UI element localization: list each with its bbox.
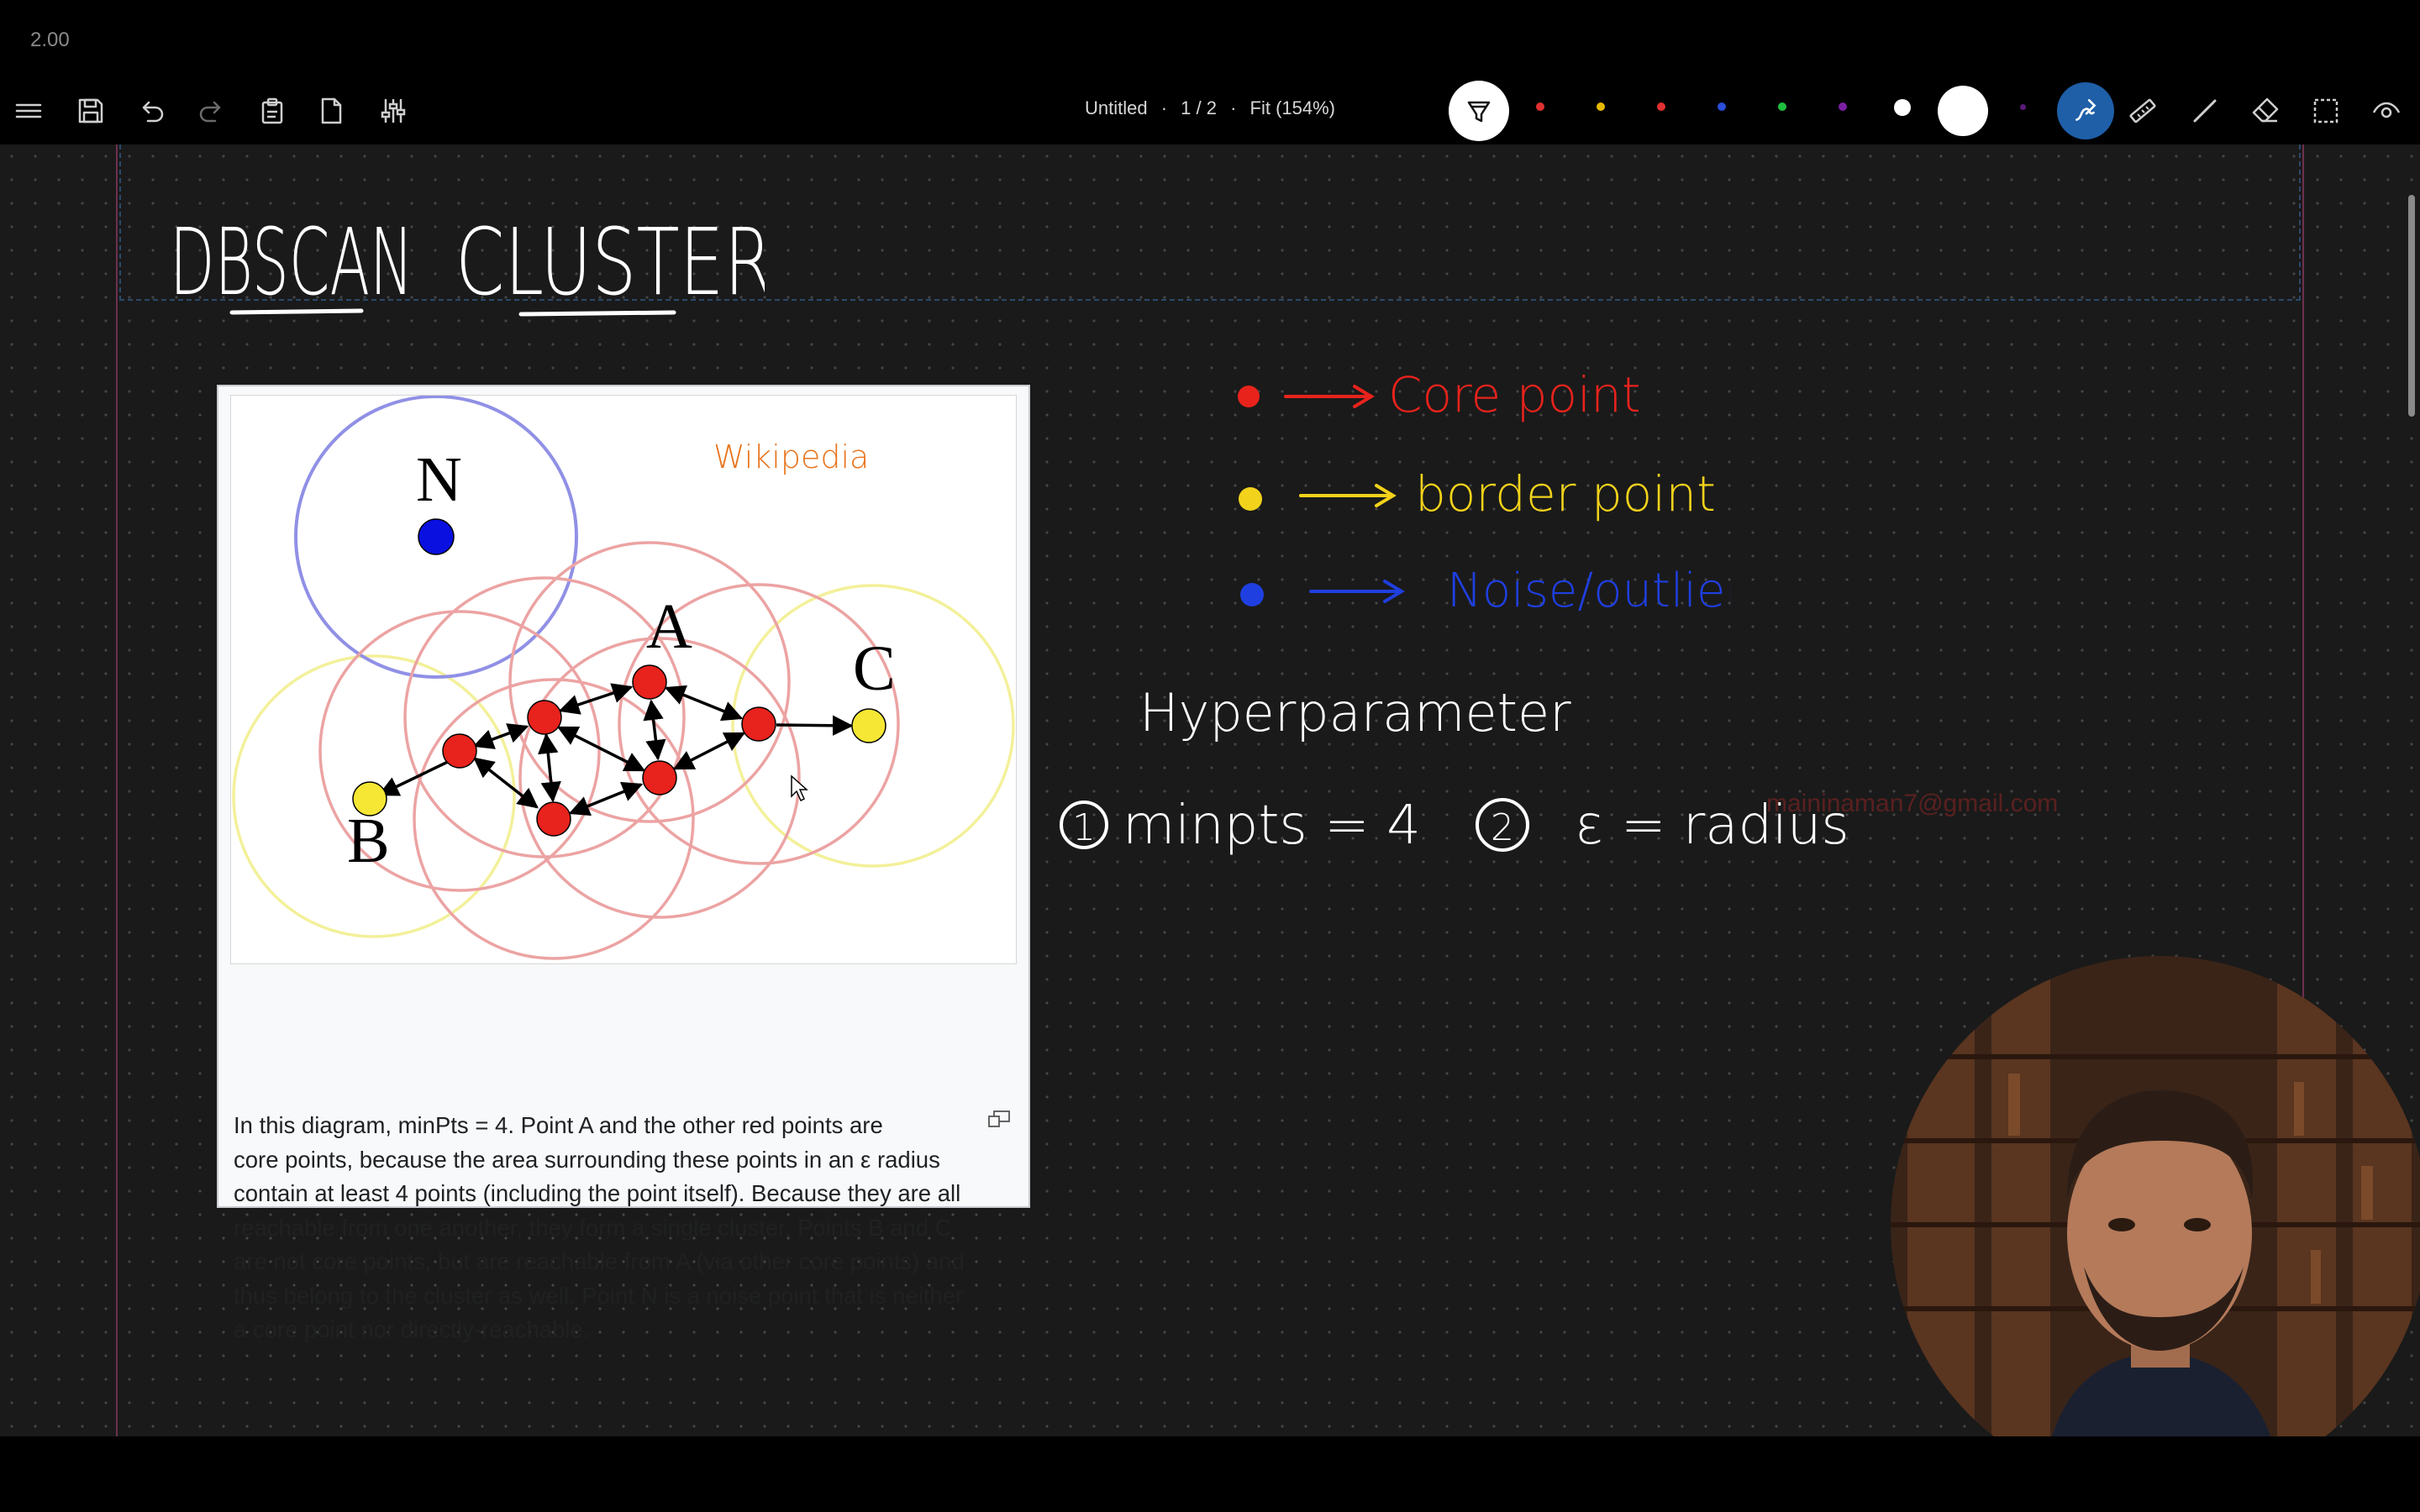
pen-size-medium[interactable] xyxy=(1894,99,1911,116)
core-point-5 xyxy=(642,760,677,795)
legend-dot-noise xyxy=(1240,583,1264,606)
webcam-overlay xyxy=(1891,956,2420,1494)
hyperparameter-heading: Hyperparameter xyxy=(1139,682,1571,743)
core-point-a xyxy=(632,664,667,700)
figure-caption: In this diagram, minPts = 4. Point A and… xyxy=(234,1109,1017,1347)
pen-color-red[interactable] xyxy=(1536,102,1544,111)
legend-label-border: border point xyxy=(1415,465,1716,522)
label-a: A xyxy=(646,591,692,662)
border-point-c xyxy=(851,708,886,743)
core-point-4 xyxy=(741,706,776,742)
version-label: 2.00 xyxy=(30,29,70,51)
caption-line: reachable from one another, they form a … xyxy=(234,1214,952,1241)
title-word-2: CLUSTERING xyxy=(455,208,765,316)
line-icon[interactable] xyxy=(2186,92,2223,129)
label-c: C xyxy=(853,633,896,704)
hyperparameter-notes: Hyperparameter 1 minpts = 4 2 ε = radius xyxy=(1060,682,1849,857)
pen-size-large[interactable] xyxy=(1938,86,1988,136)
caption-line: a core point nor directly-reachable. xyxy=(234,1316,590,1342)
pen-color-blue[interactable] xyxy=(1718,102,1726,111)
pen-color-dark-purple[interactable] xyxy=(2020,104,2026,110)
noise-point-n xyxy=(418,518,455,555)
presenter-video xyxy=(1891,956,2420,1494)
caption-line: In this diagram, minPts = 4. Point A and… xyxy=(234,1112,883,1138)
legend-notes: Core point border point Noise/outlier xyxy=(1238,366,1731,615)
caption-line: core points, because the area surroundin… xyxy=(234,1146,940,1173)
pen-icon xyxy=(2075,99,2096,121)
email-watermark: maininaman7@gmail.com xyxy=(1766,790,2059,817)
core-point-6 xyxy=(536,801,571,837)
highlighter-tool[interactable] xyxy=(1449,81,1509,141)
handwritten-title: DBSCAN CLUSTERING xyxy=(170,208,765,317)
page-indicator[interactable]: 1 / 2 xyxy=(1181,97,1217,118)
highlighter-icon xyxy=(1467,101,1491,123)
param1-number: 1 xyxy=(1072,806,1096,849)
legend-dot-border xyxy=(1239,487,1262,511)
pen-color-green[interactable] xyxy=(1778,102,1786,111)
wikipedia-note: Wikipedia xyxy=(713,438,869,475)
view-icon[interactable] xyxy=(2368,92,2405,129)
zoom-level[interactable]: Fit (154%) xyxy=(1250,97,1335,118)
dbscan-diagram-svg: N A B C Wikipedia xyxy=(232,395,1015,960)
pen-color-red-2[interactable] xyxy=(1657,102,1665,111)
param1-text: minpts = 4 xyxy=(1123,795,1421,857)
pen-tool-active[interactable] xyxy=(2057,82,2114,139)
ruler-icon[interactable] xyxy=(2124,92,2161,129)
eraser-icon[interactable] xyxy=(2247,92,2284,129)
mouse-cursor-icon xyxy=(791,774,808,802)
dbscan-figure: N A B C Wikipedia In this diagram, minPt… xyxy=(217,385,1030,1342)
page-left-border xyxy=(116,144,118,1436)
pen-color-yellow[interactable] xyxy=(1597,102,1605,111)
selection-icon[interactable] xyxy=(2307,92,2344,129)
pen-color-purple[interactable] xyxy=(1839,102,1847,111)
caption-line: contain at least 4 points (including the… xyxy=(234,1180,961,1206)
vertical-scrollbar[interactable] xyxy=(2408,195,2415,417)
caption-line: are not core points, but are reachable f… xyxy=(234,1248,965,1274)
title-underline-1 xyxy=(229,308,364,315)
core-point-1 xyxy=(442,733,477,769)
title-word-1: DBSCAN xyxy=(170,208,413,316)
label-b: B xyxy=(347,806,390,876)
enlarge-icon[interactable] xyxy=(988,1110,1010,1127)
document-title[interactable]: Untitled xyxy=(1085,97,1148,118)
caption-line: thus belong to the cluster as well. Poin… xyxy=(234,1282,964,1309)
legend-dot-core xyxy=(1238,386,1260,407)
core-point-2 xyxy=(527,700,562,735)
bottom-bar xyxy=(0,1436,2420,1512)
legend-label-noise: Noise/outlier xyxy=(1447,564,1731,615)
figure-diagram: N A B C Wikipedia xyxy=(230,395,1017,964)
label-n: N xyxy=(416,444,462,515)
legend-label-core: Core point xyxy=(1388,366,1641,423)
param2-number: 2 xyxy=(1491,806,1514,849)
title-underline-2 xyxy=(518,310,676,317)
